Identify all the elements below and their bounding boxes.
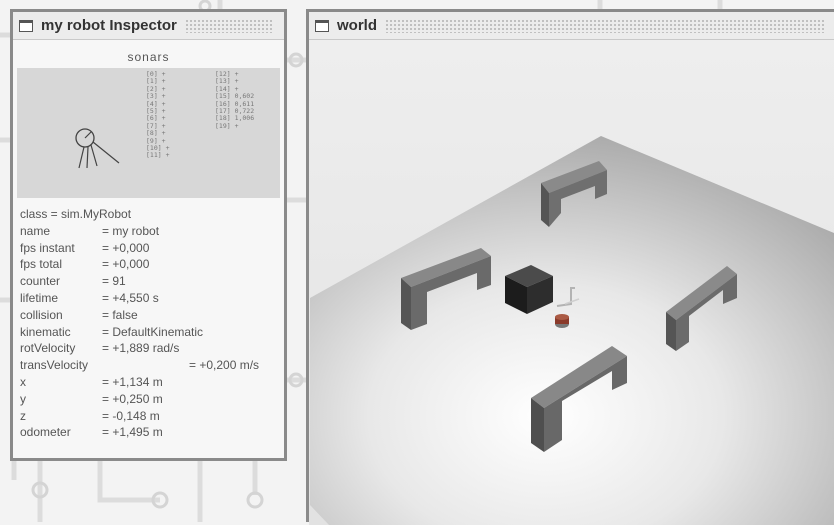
world-window: world — [306, 9, 834, 525]
prop-value: = DefaultKinematic — [102, 324, 204, 339]
class-value: class = sim.MyRobot — [20, 207, 132, 221]
class-line: class = sim.MyRobot — [19, 206, 281, 223]
prop-row-name: name = my robot — [19, 223, 281, 240]
prop-key: name — [20, 223, 51, 238]
window-icon[interactable] — [315, 19, 329, 32]
world-titlebar[interactable]: world — [309, 12, 834, 40]
titlebar-grip[interactable] — [184, 18, 274, 33]
prop-key: kinematic — [20, 324, 71, 339]
inspector-title: my robot Inspector — [41, 17, 177, 34]
prop-key: fps total — [20, 257, 63, 272]
prop-key: fps instant — [20, 240, 75, 255]
prop-row-y: y = +0,250 m — [19, 391, 281, 408]
prop-value: = +1,495 m — [102, 425, 163, 440]
sonar-reading: [11] + — [146, 151, 170, 160]
properties-list: class = sim.MyRobot name = my robot fps … — [19, 206, 281, 441]
world-3d-viewport[interactable] — [309, 40, 834, 525]
sonar-view: [0] + [1] + [2] + [3] + [4] + [5] + [6] + [7] +… — [17, 68, 280, 198]
prop-key: counter — [20, 274, 61, 289]
prop-row-lifetime: lifetime = +4,550 s — [19, 290, 281, 307]
prop-value: = +1,889 rad/s — [102, 341, 180, 356]
prop-key: lifetime — [20, 290, 59, 305]
titlebar-grip[interactable] — [385, 18, 824, 33]
prop-key: z — [20, 408, 26, 423]
prop-key: transVelocity — [20, 358, 89, 373]
prop-value: = +0,000 — [102, 257, 150, 272]
prop-row-fps-total: fps total = +0,000 — [19, 256, 281, 273]
prop-value: = +1,134 m — [102, 374, 163, 389]
inspector-window: my robot Inspector sonars [0] + [1] + [2] … — [10, 9, 287, 461]
prop-row-rot-velocity: rotVelocity = +1,889 rad/s — [19, 340, 281, 357]
sonar-reading: [19] + — [215, 121, 239, 130]
sonars-label: sonars — [127, 50, 170, 64]
prop-value: = my robot — [102, 223, 160, 238]
prop-key: y — [20, 391, 26, 406]
inspector-titlebar[interactable]: my robot Inspector — [13, 12, 284, 40]
prop-key: rotVelocity — [20, 341, 76, 356]
prop-value: = false — [102, 307, 138, 322]
window-icon[interactable] — [19, 19, 33, 32]
prop-key: odometer — [20, 425, 71, 440]
world-title: world — [337, 17, 377, 34]
prop-key: collision — [20, 307, 63, 322]
sonar-readings-right: [12] + [13] + [14] + [15] 0,602 [16] 0,611 [1… — [215, 70, 254, 130]
prop-value: = +4,550 s — [102, 290, 159, 305]
prop-value: = +0,000 — [102, 240, 150, 255]
prop-key: x — [20, 374, 26, 389]
prop-row-trans-velocity: transVelocity = +0,200 m/s — [19, 357, 281, 374]
prop-row-odometer: odometer = +1,495 m — [19, 424, 281, 441]
prop-row-kinematic: kinematic = DefaultKinematic — [19, 324, 281, 341]
prop-value: = +0,250 m — [102, 391, 163, 406]
prop-row-fps-instant: fps instant = +0,000 — [19, 240, 281, 257]
prop-row-x: x = +1,134 m — [19, 374, 281, 391]
prop-value: = +0,200 m/s — [189, 358, 260, 373]
sonar-readings-left: [0] + [1] + [2] + [3] + [4] + [5] + [6] + [7] +… — [146, 70, 170, 160]
prop-value: = 91 — [102, 274, 126, 289]
prop-row-z: z = -0,148 m — [19, 408, 281, 425]
prop-row-collision: collision = false — [19, 307, 281, 324]
prop-value: = -0,148 m — [102, 408, 160, 423]
prop-row-counter: counter = 91 — [19, 273, 281, 290]
